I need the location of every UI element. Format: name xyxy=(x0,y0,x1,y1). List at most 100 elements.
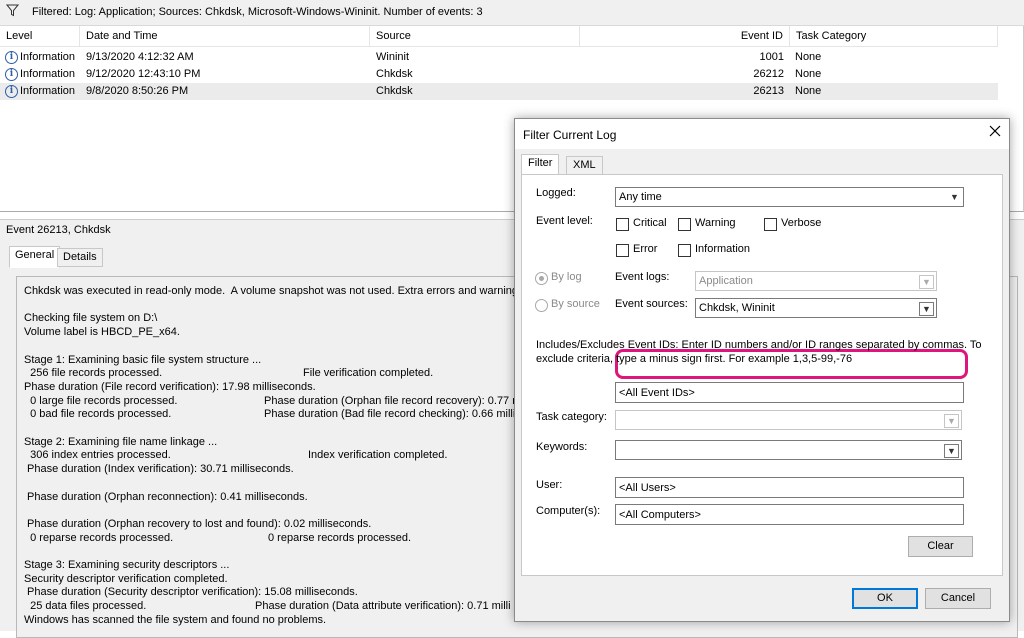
datetime-cell: 9/8/2020 8:50:26 PM xyxy=(86,85,189,97)
logged-value: Any time xyxy=(619,191,662,203)
event-level-label: Event level: xyxy=(536,215,593,227)
tab-general[interactable]: General xyxy=(9,246,61,268)
tab-filter[interactable]: Filter xyxy=(521,154,560,176)
description-line: 0 reparse records processed. xyxy=(24,531,174,544)
description-line: Phase duration (File record verification… xyxy=(24,380,316,393)
keywords-dropdown[interactable]: ▼ xyxy=(615,440,962,460)
column-header-event-id[interactable]: Event ID xyxy=(580,26,790,47)
event-logs-value: Application xyxy=(699,275,753,287)
level-cell: Information xyxy=(20,68,76,80)
task-cell: None xyxy=(795,51,822,63)
user-input[interactable]: <All Users> xyxy=(615,477,964,498)
logged-label: Logged: xyxy=(536,187,576,199)
information-checkbox[interactable] xyxy=(678,244,691,257)
filter-icon xyxy=(5,4,20,20)
filter-summary: Filtered: Log: Application; Sources: Chk… xyxy=(32,6,483,18)
verbose-checkbox[interactable] xyxy=(764,218,777,231)
task-cell: None xyxy=(795,85,822,97)
description-line: 306 index entries processed. xyxy=(24,449,171,462)
column-header-task-category[interactable]: Task Category xyxy=(790,26,998,47)
filter-current-log-dialog: Filter Current Log Filter XML Logged: An… xyxy=(514,118,1010,622)
description-line: 25 data files processed. xyxy=(24,600,147,613)
event-id-cell: 1001 xyxy=(759,51,784,63)
description-line: Chkdsk was executed in read-only mode. A… xyxy=(24,285,524,297)
description-line: Stage 3: Examining security descriptors … xyxy=(24,559,230,571)
information-icon: i xyxy=(5,51,18,64)
critical-label: Critical xyxy=(633,217,667,229)
event-sources-value: Chkdsk, Wininit xyxy=(699,302,775,314)
description-line: Security descriptor verification complet… xyxy=(24,572,228,585)
source-cell: Wininit xyxy=(376,51,410,63)
description-line-right: Index verification completed. xyxy=(308,449,448,462)
user-value: <All Users> xyxy=(619,482,676,494)
chevron-down-icon: ▼ xyxy=(950,192,959,202)
by-source-label: By source xyxy=(551,298,600,310)
task-category-dropdown[interactable]: ▼ xyxy=(615,410,962,430)
event-logs-label: Event logs: xyxy=(615,271,670,283)
by-log-label: By log xyxy=(551,271,582,283)
description-line: Checking file system on D:\ xyxy=(24,312,158,325)
clear-button[interactable]: Clear xyxy=(908,536,973,557)
user-label: User: xyxy=(536,479,563,491)
chevron-down-icon: ▼ xyxy=(919,302,934,316)
filter-panel: Logged: Any time ▼ Event level: Critical… xyxy=(521,174,1003,576)
description-line-right: Phase duration (Bad file record checking… xyxy=(264,408,516,421)
description-line: Stage 1: Examining basic file system str… xyxy=(24,353,262,366)
column-header-level[interactable]: Level xyxy=(0,26,80,47)
description-line: Phase duration (Orphan recovery to lost … xyxy=(24,517,372,530)
table-row[interactable]: i Information 9/12/2020 12:43:10 PM Chkd… xyxy=(0,66,998,83)
cancel-button[interactable]: Cancel xyxy=(925,588,991,609)
description-line-right: Phase duration (Orphan file record recov… xyxy=(264,394,527,407)
source-cell: Chkdsk xyxy=(376,85,413,97)
event-id-cell: 26212 xyxy=(753,68,784,80)
filter-banner: Filtered: Log: Application; Sources: Chk… xyxy=(0,0,1024,26)
description-line: 0 bad file records processed. xyxy=(24,408,172,421)
by-source-radio[interactable] xyxy=(535,299,548,312)
column-header-source[interactable]: Source xyxy=(370,26,580,47)
ok-button[interactable]: OK xyxy=(852,588,918,609)
event-ids-value: <All Event IDs> xyxy=(619,387,695,399)
description-line: Phase duration (Security descriptor veri… xyxy=(24,586,358,599)
task-cell: None xyxy=(795,68,822,80)
table-row[interactable]: i Information 9/13/2020 4:12:32 AM Winin… xyxy=(0,49,998,66)
information-icon: i xyxy=(5,68,18,81)
dialog-title: Filter Current Log xyxy=(523,128,617,142)
event-ids-input[interactable]: <All Event IDs> xyxy=(615,382,964,403)
critical-checkbox[interactable] xyxy=(616,218,629,231)
tab-details[interactable]: Details xyxy=(57,248,103,267)
event-details-title: Event 26213, Chkdsk xyxy=(6,224,111,236)
by-log-radio[interactable] xyxy=(535,272,548,285)
description-line-right: File verification completed. xyxy=(303,367,434,380)
computer-input[interactable]: <All Computers> xyxy=(615,504,964,525)
description-line: 256 file records processed. xyxy=(24,367,163,380)
information-label: Information xyxy=(695,243,751,255)
table-row-selected[interactable]: i Information 9/8/2020 8:50:26 PM Chkdsk… xyxy=(0,83,998,100)
warning-checkbox[interactable] xyxy=(678,218,691,231)
event-sources-dropdown[interactable]: Chkdsk, Wininit ▼ xyxy=(695,298,937,318)
event-id-cell: 26213 xyxy=(753,85,784,97)
task-category-label: Task category: xyxy=(536,411,607,423)
information-icon: i xyxy=(5,85,18,98)
logged-dropdown[interactable]: Any time ▼ xyxy=(615,187,964,207)
column-header-date[interactable]: Date and Time xyxy=(80,26,370,47)
error-label: Error xyxy=(633,243,658,255)
dialog-title-bar: Filter Current Log xyxy=(515,119,1009,149)
close-icon[interactable] xyxy=(989,124,1001,142)
description-line: Stage 2: Examining file name linkage ... xyxy=(24,435,218,448)
description-line: 0 large file records processed. xyxy=(24,394,178,407)
description-line: Windows has scanned the file system and … xyxy=(24,613,327,626)
source-cell: Chkdsk xyxy=(376,68,413,80)
error-checkbox[interactable] xyxy=(616,244,629,257)
warning-label: Warning xyxy=(695,217,736,229)
tab-xml[interactable]: XML xyxy=(566,156,603,175)
event-ids-help-line-2: exclude criteria, type a minus sign firs… xyxy=(536,353,853,365)
event-sources-label: Event sources: xyxy=(615,298,688,310)
description-line: Phase duration (Orphan reconnection): 0.… xyxy=(24,490,308,503)
event-logs-dropdown[interactable]: Application ▼ xyxy=(695,271,937,291)
datetime-cell: 9/12/2020 12:43:10 PM xyxy=(86,68,201,80)
chevron-down-icon: ▼ xyxy=(944,444,959,458)
description-line: Volume label is HBCD_PE_x64. xyxy=(24,326,180,339)
description-line-right: Phase duration (Data attribute verificat… xyxy=(255,600,511,613)
keywords-label: Keywords: xyxy=(536,441,588,453)
level-cell: Information xyxy=(20,51,76,63)
